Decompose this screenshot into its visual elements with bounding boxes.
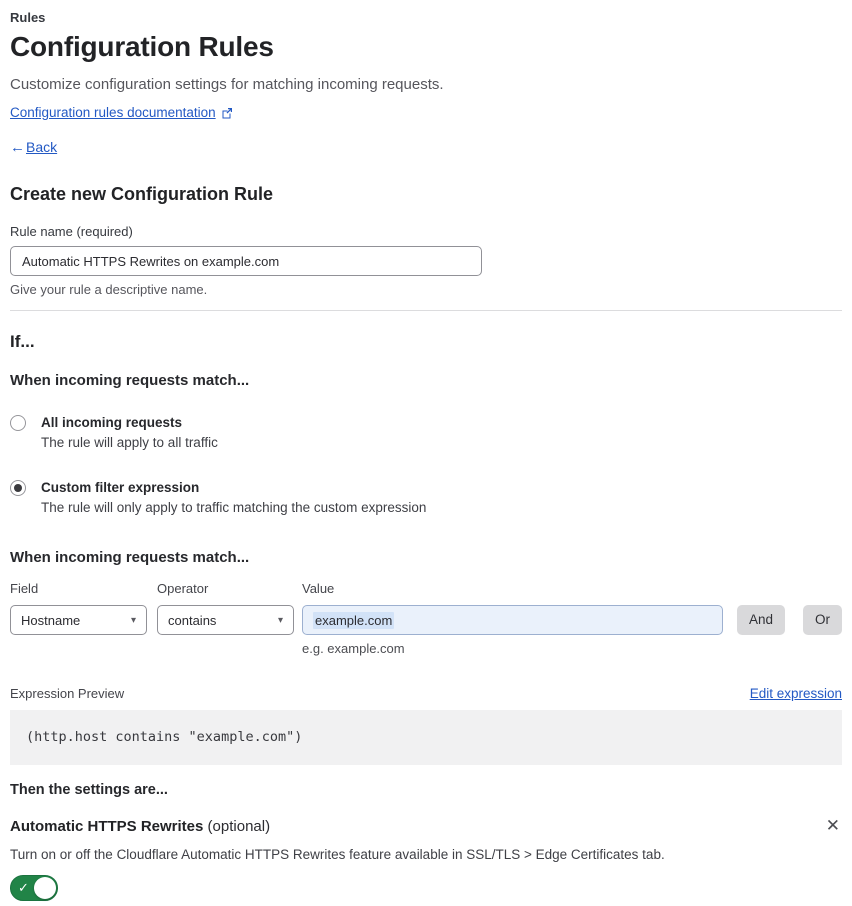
or-button[interactable]: Or [803, 605, 842, 635]
operator-label: Operator [157, 581, 209, 596]
radio-unselected-icon[interactable] [10, 415, 26, 431]
radio-option-custom-filter[interactable]: Custom filter expression The rule will o… [10, 479, 842, 516]
expression-preview-code: (http.host contains "example.com") [10, 710, 842, 765]
setting-card-header: Automatic HTTPS Rewrites (optional) ✕ [10, 817, 842, 836]
toggle-knob [34, 877, 56, 899]
value-help-text: e.g. example.com [302, 641, 405, 656]
documentation-link[interactable]: Configuration rules documentation [10, 104, 216, 121]
field-label: Field [10, 581, 39, 596]
external-link-icon [221, 107, 233, 119]
rule-name-label: Rule name (required) [10, 224, 133, 239]
section-divider [10, 310, 842, 311]
match-heading: When incoming requests match... [10, 372, 250, 389]
page-title: Configuration Rules [10, 31, 274, 62]
check-icon: ✓ [18, 880, 29, 895]
radio-option-description: The rule will only apply to traffic matc… [41, 500, 427, 515]
setting-title-text: Automatic HTTPS Rewrites [10, 818, 204, 835]
expression-preview-label: Expression Preview [10, 686, 125, 701]
expression-builder-heading: When incoming requests match... [10, 549, 250, 566]
setting-description: Turn on or off the Cloudflare Automatic … [10, 847, 665, 862]
create-rule-heading: Create new Configuration Rule [10, 184, 274, 204]
builder-controls-row: Hostname ▾ contains ▾ example.com e.g. e… [10, 605, 842, 657]
operator-select-value: contains [168, 612, 217, 628]
builder-labels-row: Field Operator Value [10, 581, 842, 597]
value-input-text: example.com [313, 611, 395, 629]
radio-option-label: Custom filter expression [41, 480, 200, 495]
page-subtitle: Customize configuration settings for mat… [10, 76, 444, 93]
value-label: Value [302, 581, 335, 596]
and-button[interactable]: And [736, 605, 785, 635]
value-input[interactable]: example.com [302, 605, 723, 635]
automatic-https-rewrites-toggle[interactable]: ✓ [10, 875, 58, 901]
radio-option-description: The rule will apply to all traffic [41, 435, 218, 450]
then-settings-heading: Then the settings are... [10, 782, 168, 798]
setting-title: Automatic HTTPS Rewrites (optional) [10, 817, 270, 836]
rule-name-input[interactable] [10, 246, 482, 276]
documentation-row: Configuration rules documentation [10, 104, 842, 121]
operator-select[interactable]: contains ▾ [157, 605, 294, 635]
breadcrumb: Rules [10, 10, 46, 25]
close-icon[interactable]: ✕ [824, 817, 842, 834]
back-row: ← Back [10, 139, 842, 156]
back-link[interactable]: Back [26, 139, 57, 156]
field-select[interactable]: Hostname ▾ [10, 605, 147, 635]
edit-expression-link[interactable]: Edit expression [750, 686, 842, 701]
radio-selected-icon[interactable] [10, 480, 26, 496]
radio-option-label: All incoming requests [41, 415, 183, 430]
back-arrow-icon: ← [10, 139, 25, 156]
chevron-down-icon: ▾ [277, 614, 283, 626]
field-select-value: Hostname [21, 612, 81, 628]
if-heading: If... [10, 332, 35, 351]
expression-preview-row: Expression Preview Edit expression [10, 685, 842, 702]
rule-name-help: Give your rule a descriptive name. [10, 282, 208, 297]
setting-title-optional: (optional) [203, 818, 271, 835]
radio-option-all-requests[interactable]: All incoming requests The rule will appl… [10, 414, 842, 451]
configuration-rules-page: Rules Configuration Rules Customize conf… [0, 0, 852, 906]
chevron-down-icon: ▾ [130, 614, 136, 626]
